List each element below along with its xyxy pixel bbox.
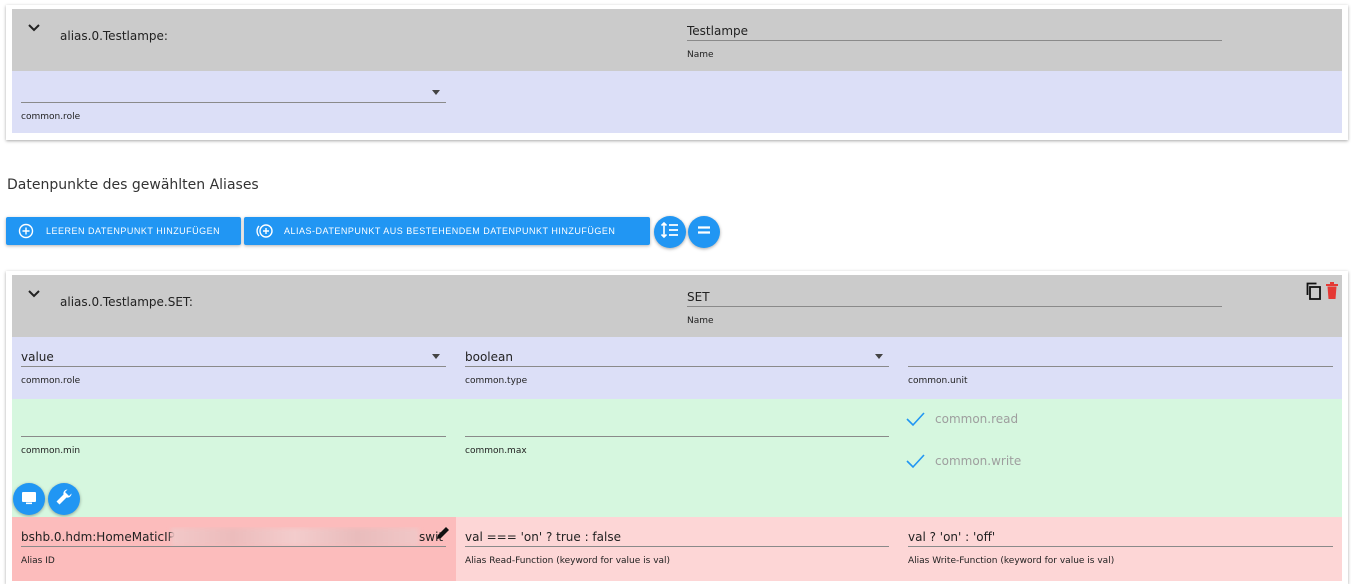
edit-pencil-icon[interactable] <box>435 525 451 545</box>
alias-role-select[interactable]: common.role <box>21 83 446 122</box>
datapoint-max-label: common.max <box>465 446 527 456</box>
dropdown-arrow-icon[interactable] <box>432 90 440 95</box>
datapoint-max-field[interactable]: common.max <box>465 417 889 456</box>
datapoint-min-value[interactable] <box>21 417 446 437</box>
add-empty-datapoint-label: LEEREN DATENPUNKT HINZUFÜGEN <box>46 226 221 236</box>
alias-id-field[interactable]: bshb.0.hdm:HomeMaticIP swit Alias ID <box>21 527 446 566</box>
alias-id-value[interactable]: bshb.0.hdm:HomeMaticIP swit <box>21 527 446 547</box>
datapoint-name-field: SET Name <box>687 287 1222 326</box>
alias-name-input[interactable]: Testlampe <box>687 21 1222 41</box>
alias-write-function-value[interactable]: val ? 'on' : 'off' <box>908 527 1333 547</box>
wrench-button[interactable] <box>48 483 80 515</box>
datapoint-role-value[interactable]: value <box>21 347 446 367</box>
datapoint-min-field[interactable]: common.min <box>21 417 446 456</box>
add-from-existing-button[interactable]: ALIAS-DATENPUNKT AUS BESTEHENDEM DATENPU… <box>244 217 650 245</box>
wrench-icon <box>55 488 73 510</box>
alias-id-label: Alias ID <box>21 556 55 566</box>
common-write-checkbox[interactable]: common.write <box>905 451 1021 471</box>
datapoint-alias-row: bshb.0.hdm:HomeMaticIP swit Alias ID val… <box>12 517 1342 581</box>
chevron-down-icon[interactable] <box>26 286 42 302</box>
common-read-label: common.read <box>935 412 1019 426</box>
add-empty-datapoint-button[interactable]: LEEREN DATENPUNKT HINZUFÜGEN <box>6 217 241 245</box>
datapoint-type-select[interactable]: boolean common.type <box>465 347 889 386</box>
alias-name-label: Name <box>687 50 714 60</box>
datapoint-role-select[interactable]: value common.role <box>21 347 446 386</box>
sort-button[interactable] <box>654 216 686 248</box>
alias-id-redacted <box>171 528 419 546</box>
equal-button[interactable] <box>688 216 720 248</box>
datapoint-card: alias.0.Testlampe.SET: SET Name value co… <box>6 271 1348 584</box>
alias-read-function-field[interactable]: val === 'on' ? true : false Alias Read-F… <box>465 527 889 566</box>
sort-lines-icon <box>660 221 680 243</box>
check-icon <box>905 409 925 429</box>
datapoint-role-label: common.role <box>21 376 81 386</box>
datapoint-id-text: alias.0.Testlampe.SET: <box>60 295 193 309</box>
datapoint-type-label: common.type <box>465 376 528 386</box>
datapoint-min-label: common.min <box>21 446 81 456</box>
datapoint-range-row: common.min common.max common.read common… <box>12 399 1342 517</box>
alias-write-function-label: Alias Write-Function (keyword for value … <box>908 556 1115 566</box>
add-circle-icon <box>18 223 34 239</box>
chevron-down-icon[interactable] <box>26 20 42 36</box>
alias-name-field: Testlampe Name <box>687 21 1222 60</box>
datapoint-unit-field[interactable]: common.unit <box>908 347 1333 386</box>
equal-icon <box>695 221 713 243</box>
check-icon <box>905 451 925 471</box>
alias-read-function-value[interactable]: val === 'on' ? true : false <box>465 527 889 547</box>
alias-header: alias.0.Testlampe: Testlampe Name <box>12 9 1342 71</box>
alias-id-text: alias.0.Testlampe: <box>60 29 168 43</box>
trash-icon[interactable] <box>1325 282 1339 304</box>
datapoint-common-row: value common.role boolean common.type co… <box>12 337 1342 399</box>
datapoint-max-value[interactable] <box>465 417 889 437</box>
dropdown-arrow-icon[interactable] <box>875 354 883 359</box>
datapoint-name-label: Name <box>687 316 714 326</box>
datapoint-header: alias.0.Testlampe.SET: SET Name <box>12 275 1342 337</box>
add-circle-dashed-icon <box>256 223 273 239</box>
alias-role-label: common.role <box>21 112 81 122</box>
alias-write-function-field[interactable]: val ? 'on' : 'off' Alias Write-Function … <box>908 527 1333 566</box>
alias-role-value[interactable] <box>21 83 446 103</box>
alias-id-prefix: bshb.0.hdm:HomeMaticIP <box>21 530 175 544</box>
common-write-label: common.write <box>935 454 1022 468</box>
datapoint-type-value[interactable]: boolean <box>465 347 889 367</box>
alias-card: alias.0.Testlampe: Testlampe Name common… <box>6 5 1348 140</box>
copy-icon[interactable] <box>1305 282 1323 304</box>
add-from-existing-label: ALIAS-DATENPUNKT AUS BESTEHENDEM DATENPU… <box>284 226 616 236</box>
display-icon <box>21 490 37 509</box>
section-title: Datenpunkte des gewählten Aliases <box>7 177 259 193</box>
display-button[interactable] <box>13 483 45 515</box>
alias-role-row: common.role <box>12 71 1342 133</box>
datapoint-name-input[interactable]: SET <box>687 287 1222 307</box>
datapoint-unit-label: common.unit <box>908 376 968 386</box>
common-read-checkbox[interactable]: common.read <box>905 409 1018 429</box>
alias-read-function-label: Alias Read-Function (keyword for value i… <box>465 556 671 566</box>
dropdown-arrow-icon[interactable] <box>432 354 440 359</box>
datapoint-unit-value[interactable] <box>908 347 1333 367</box>
